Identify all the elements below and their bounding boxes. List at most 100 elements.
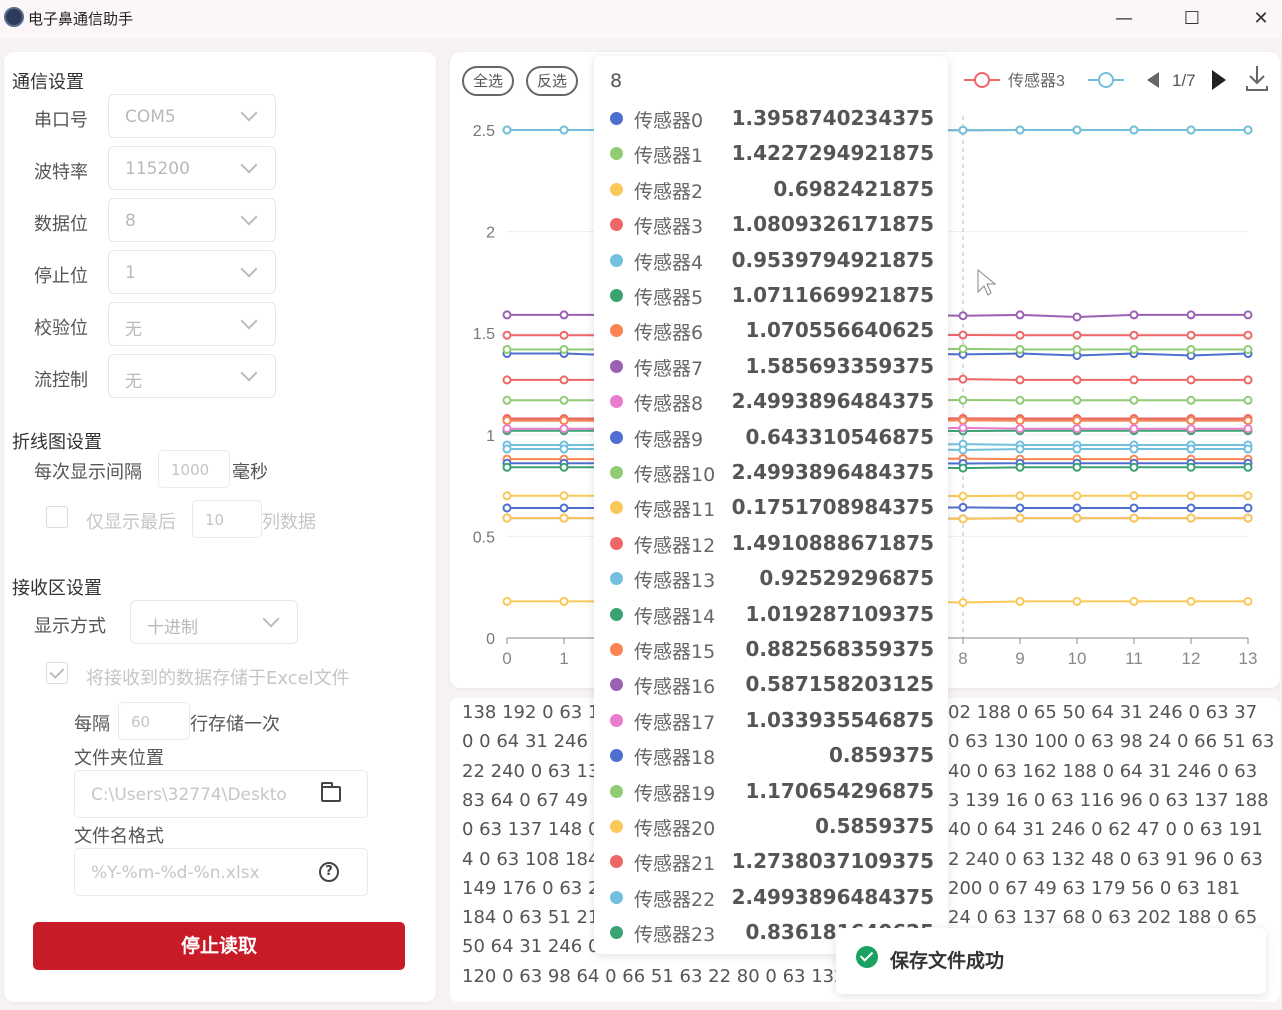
series-color-dot [610,430,623,444]
receive-line: 200 0 67 49 63 179 56 0 63 181 [948,877,1240,899]
data-point [1015,444,1025,454]
tooltip-series-value: 0.859375 [828,743,934,768]
folder-path-value: C:\Users\32774\Deskto [91,785,287,805]
series-color-dot [610,713,623,727]
close-button[interactable]: ✕ [1241,4,1281,32]
data-point [502,491,512,501]
data-point [1072,125,1082,135]
last-only-checkbox[interactable] [46,506,68,528]
port-value: COM5 [125,107,176,127]
receive-line: 22 240 0 63 13 [462,760,600,782]
series-color-dot [610,926,623,940]
every-value: 60 [131,713,151,731]
data-point [502,424,512,434]
flow-select[interactable]: 无 [108,354,276,398]
data-point [502,503,512,513]
tooltip-row: 传感器1 1.4227294921875 [610,139,934,169]
databits-select[interactable]: 8 [108,198,276,242]
last-only-unit: 列数据 [262,512,316,533]
download-icon[interactable] [1246,66,1268,91]
data-point [1243,444,1253,454]
data-point [559,491,569,501]
tooltip-series-value: 1.170654296875 [745,778,934,803]
tooltip-row: 传感器22 2.4993896484375 [610,883,934,913]
data-point [1243,375,1253,385]
save-excel-checkbox[interactable] [46,662,68,684]
folder-path-input[interactable]: C:\Users\32774\Deskto [74,770,368,818]
tooltip-row: 传感器6 1.070556640625 [610,316,934,346]
tooltip-series-value: 1.4227294921875 [731,141,934,166]
display-mode-select[interactable]: 十进制 [130,600,298,644]
data-point [1129,513,1139,523]
y-tick-label: 0.5 [473,529,495,546]
data-point [1129,444,1139,454]
data-point [1243,491,1253,501]
data-point [559,125,569,135]
filename-format-value: %Y-%m-%d-%n.xlsx [91,863,260,883]
tooltip-series-value: 0.92529296875 [759,566,934,591]
series-color-dot [610,607,623,621]
data-point [1072,491,1082,501]
interval-input[interactable]: 1000 [158,450,230,488]
baud-select[interactable]: 115200 [108,146,276,190]
data-point [1243,503,1253,513]
x-tick-label: 11 [1125,649,1143,668]
minimize-button[interactable]: — [1104,4,1144,32]
tooltip-series-name: 传感器17 [634,711,716,734]
folder-icon[interactable] [321,782,341,802]
tooltip-header: 8 [610,70,623,92]
data-point [1129,395,1139,405]
stopbits-select[interactable]: 1 [108,250,276,294]
maximize-button[interactable]: ☐ [1172,4,1212,32]
tooltip-row: 传感器8 2.4993896484375 [610,387,934,417]
legend-next-page-icon[interactable] [1212,70,1226,90]
help-circle-icon[interactable]: ? [319,862,339,882]
series-color-dot [610,501,623,515]
flow-label: 流控制 [34,370,88,391]
receive-line: 0 63 130 100 0 63 98 24 0 66 51 63 [948,731,1275,753]
tooltip-series-name: 传感器5 [634,287,704,309]
series-color-dot [610,466,623,479]
tooltip-series-value: 0.1751708984375 [731,495,934,520]
data-point [1129,462,1139,472]
tooltip-row: 传感器19 1.170654296875 [610,777,934,807]
tooltip-row: 传感器3 1.0809326171875 [610,210,934,240]
parity-select[interactable]: 无 [108,302,276,346]
tooltip-series-value: 0.9539794921875 [731,247,934,272]
x-tick-label: 9 [1015,649,1024,668]
data-point [958,463,968,473]
data-point [1243,330,1253,340]
tooltip-series-name: 传感器23 [634,924,716,947]
mouse-cursor-icon [977,268,997,296]
tooltip-series-value: 2.4993896484375 [731,884,934,909]
data-point [502,125,512,135]
filename-format-input[interactable]: %Y-%m-%d-%n.xlsx ? [74,848,368,896]
data-point [1243,596,1253,606]
interval-unit: 毫秒 [232,462,268,483]
tooltip-series-name: 传感器9 [634,428,704,451]
receive-line: 83 64 0 67 49 ( [462,789,601,811]
data-point [1186,424,1196,434]
data-point [1186,491,1196,501]
tooltip-row: 传感器4 0.9539794921875 [610,246,934,276]
data-point [502,513,512,523]
data-point [559,395,569,405]
port-select[interactable]: COM5 [108,94,276,138]
data-point [502,375,512,385]
series-color-dot [610,572,623,586]
tooltip-series-name: 传感器3 [634,216,704,239]
every-input[interactable]: 60 [118,702,190,740]
data-point [958,445,968,455]
tooltip-series-name: 传感器0 [634,110,704,132]
stop-reading-button[interactable]: 停止读取 [33,922,405,970]
last-only-input[interactable]: 10 [192,500,262,538]
series-color-dot [610,643,623,656]
data-point [958,502,968,512]
chevron-down-icon [240,260,258,278]
legend-prev-page-icon[interactable] [1147,72,1159,88]
toast-message: 保存文件成功 [890,950,1005,972]
y-tick-label: 1 [486,428,495,445]
data-point [1129,491,1139,501]
chart-settings-title: 折线图设置 [12,432,102,453]
tooltip-series-value: 1.2738037109375 [731,849,934,874]
